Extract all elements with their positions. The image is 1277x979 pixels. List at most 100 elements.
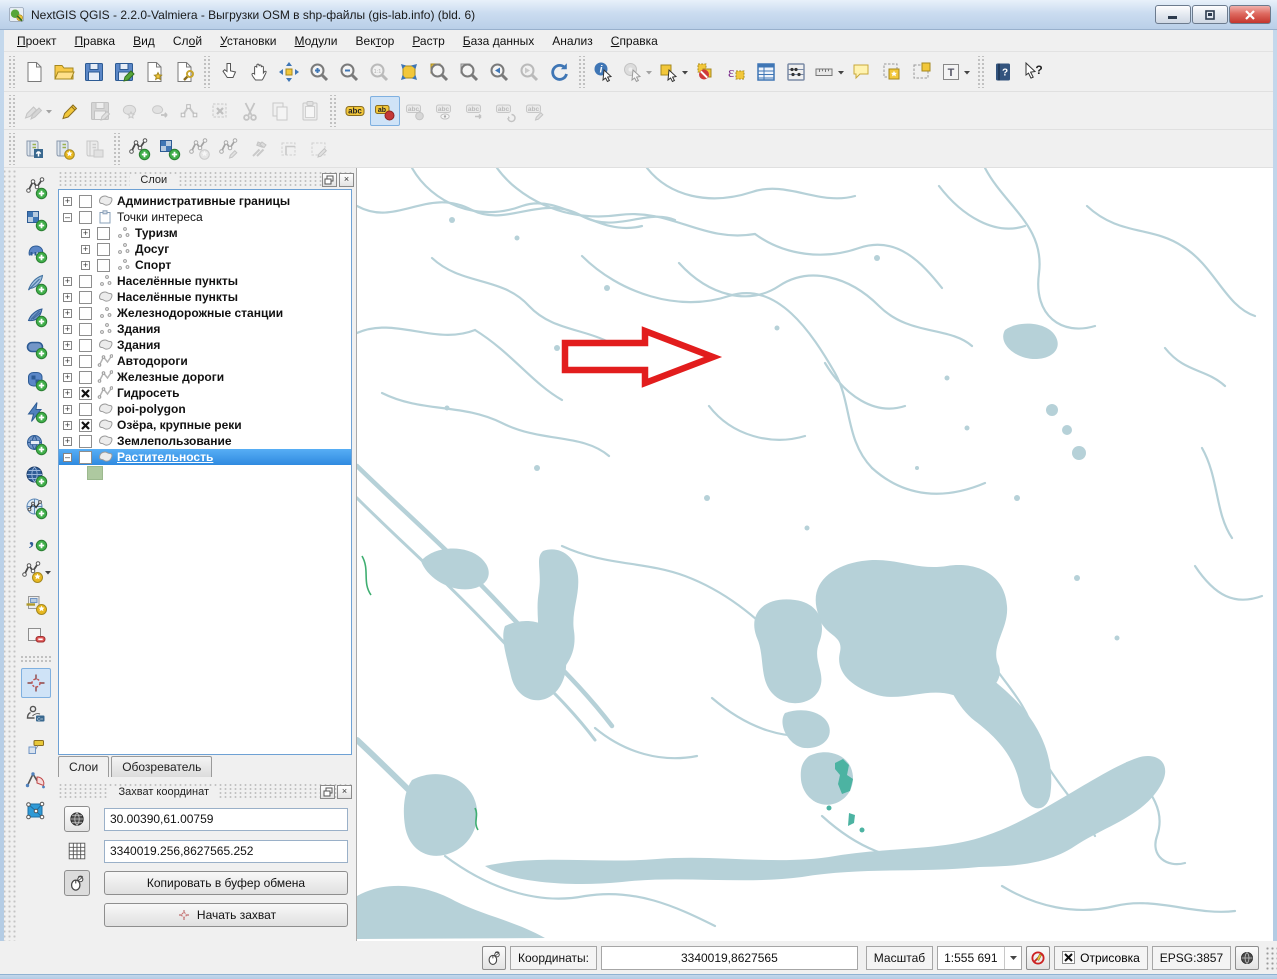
coord-panel-float-button[interactable]	[320, 785, 335, 799]
copy-to-clipboard-button[interactable]: Копировать в буфер обмена	[104, 871, 348, 895]
toolbar-handle[interactable]	[20, 655, 52, 664]
coord-panel-close-button[interactable]: ×	[337, 785, 352, 799]
layer-row[interactable]: –Точки интереса	[59, 209, 351, 225]
add-oracle-layer-button[interactable]	[21, 333, 51, 363]
layer-visibility-checkbox[interactable]	[79, 451, 92, 464]
collapse-icon[interactable]: –	[63, 213, 72, 222]
new-bookmark-button[interactable]	[877, 57, 907, 87]
layer-row[interactable]: +Железнодорожные станции	[59, 305, 351, 321]
layer-row[interactable]: +poi-polygon	[59, 401, 351, 417]
layer-visibility-checkbox[interactable]	[79, 275, 92, 288]
geo-coordinates-field[interactable]	[104, 808, 348, 831]
menu-9[interactable]: База данных	[454, 31, 543, 51]
expand-icon[interactable]: +	[63, 357, 72, 366]
titlebar[interactable]: NextGIS QGIS - 2.2.0-Valmiera - Выгрузки…	[0, 0, 1277, 30]
help-contents-button[interactable]: ?	[988, 57, 1018, 87]
add-postgis-layer-button[interactable]	[21, 237, 51, 267]
open-attribute-table-button[interactable]	[751, 57, 781, 87]
zoom-to-layer-button[interactable]	[454, 57, 484, 87]
layer-row[interactable]: +Озёра, крупные реки	[59, 417, 351, 433]
menu-2[interactable]: Правка	[66, 31, 125, 51]
coordinates-input[interactable]	[601, 946, 858, 970]
expand-icon[interactable]: +	[63, 389, 72, 398]
layer-row[interactable]: –Растительность	[59, 449, 351, 465]
layer-visibility-checkbox[interactable]	[79, 211, 92, 224]
dock-drag-handle[interactable]	[4, 168, 16, 941]
add-vector-layer-button[interactable]	[21, 173, 51, 203]
new-project-button[interactable]	[19, 57, 49, 87]
expand-icon[interactable]: +	[63, 293, 72, 302]
expand-icon[interactable]: +	[63, 437, 72, 446]
label-highlighted-button[interactable]: ab	[370, 96, 400, 126]
expand-icon[interactable]: +	[63, 421, 72, 430]
crs-status-label[interactable]: EPSG:3857	[1152, 946, 1231, 970]
layer-row[interactable]: +Автодороги	[59, 353, 351, 369]
layer-row[interactable]: +Гидросеть	[59, 385, 351, 401]
statistics-button[interactable]	[781, 57, 811, 87]
layer-visibility-checkbox[interactable]	[79, 291, 92, 304]
toolbar-handle[interactable]	[112, 133, 121, 165]
show-bookmarks-button[interactable]	[907, 57, 937, 87]
layer-visibility-checkbox[interactable]	[79, 339, 92, 352]
menu-11[interactable]: Справка	[602, 31, 667, 51]
layers-panel-header[interactable]: Слои ×	[58, 171, 354, 188]
add-delimited-text-layer-button[interactable]: ,	[21, 525, 51, 555]
expand-icon[interactable]: +	[81, 261, 90, 270]
layer-visibility-checkbox[interactable]	[79, 403, 92, 416]
expand-icon[interactable]: +	[81, 245, 90, 254]
zoom-in-button[interactable]	[304, 57, 334, 87]
coord-panel-header[interactable]: Захват координат ×	[58, 783, 352, 800]
menu-1[interactable]: Проект	[8, 31, 66, 51]
add-wcs-layer-button[interactable]	[21, 429, 51, 459]
menu-3[interactable]: Вид	[124, 31, 164, 51]
layer-row[interactable]: +Здания	[59, 321, 351, 337]
expand-icon[interactable]: +	[63, 197, 72, 206]
add-wms-layer-button[interactable]	[21, 397, 51, 427]
layer-visibility-checkbox[interactable]	[97, 243, 110, 256]
style-load-button[interactable]	[19, 134, 49, 164]
select-by-expression-button[interactable]: ε	[721, 57, 751, 87]
resize-grip[interactable]	[1265, 946, 1277, 970]
coordinate-capture-button[interactable]	[21, 668, 51, 698]
toolbar-handle[interactable]	[328, 95, 337, 127]
start-capture-button[interactable]: Начать захват	[104, 903, 348, 927]
toolbar-handle[interactable]	[976, 56, 985, 88]
menu-8[interactable]: Растр	[403, 31, 453, 51]
layer-row[interactable]: +Здания	[59, 337, 351, 353]
toolbar-handle[interactable]	[577, 56, 586, 88]
layer-symbol-swatch[interactable]	[59, 465, 351, 481]
deselect-features-button[interactable]	[691, 57, 721, 87]
expand-icon[interactable]: +	[63, 277, 72, 286]
toolbar-handle[interactable]	[202, 56, 211, 88]
stop-render-button[interactable]	[1026, 946, 1050, 970]
geometry-checker-button[interactable]	[21, 796, 51, 826]
render-checkbox[interactable]: Отрисовка	[1054, 946, 1148, 970]
chevron-down-icon[interactable]	[1004, 947, 1021, 969]
composer-manager-button[interactable]	[169, 57, 199, 87]
map-tips-button[interactable]	[847, 57, 877, 87]
azimuth-measure-button[interactable]	[21, 764, 51, 794]
layers-panel-close-button[interactable]: ×	[339, 173, 354, 187]
layer-visibility-checkbox[interactable]	[79, 435, 92, 448]
toolbar-handle[interactable]	[7, 56, 16, 88]
pan-to-selection-button[interactable]	[274, 57, 304, 87]
layer-labeling-button[interactable]: abc	[340, 96, 370, 126]
remove-layer-button[interactable]	[21, 621, 51, 651]
layer-row[interactable]: +Населённые пункты	[59, 289, 351, 305]
layer-visibility-checkbox[interactable]	[79, 419, 92, 432]
menu-4[interactable]: Слой	[164, 31, 211, 51]
layer-visibility-checkbox[interactable]	[79, 387, 92, 400]
layer-row[interactable]: +Туризм	[59, 225, 351, 241]
identify-features-button[interactable]: i	[589, 57, 619, 87]
layer-visibility-checkbox[interactable]	[79, 323, 92, 336]
expand-icon[interactable]: +	[63, 341, 72, 350]
add-mssql-layer-button[interactable]	[21, 301, 51, 331]
expand-icon[interactable]: +	[63, 373, 72, 382]
save-project-button[interactable]	[79, 57, 109, 87]
projected-coordinates-field[interactable]	[104, 840, 348, 863]
open-project-button[interactable]	[49, 57, 79, 87]
layer-row[interactable]: +Населённые пункты	[59, 273, 351, 289]
select-features-button[interactable]	[655, 57, 691, 87]
layer-row[interactable]: +Железные дороги	[59, 369, 351, 385]
layer-visibility-checkbox[interactable]	[79, 307, 92, 320]
